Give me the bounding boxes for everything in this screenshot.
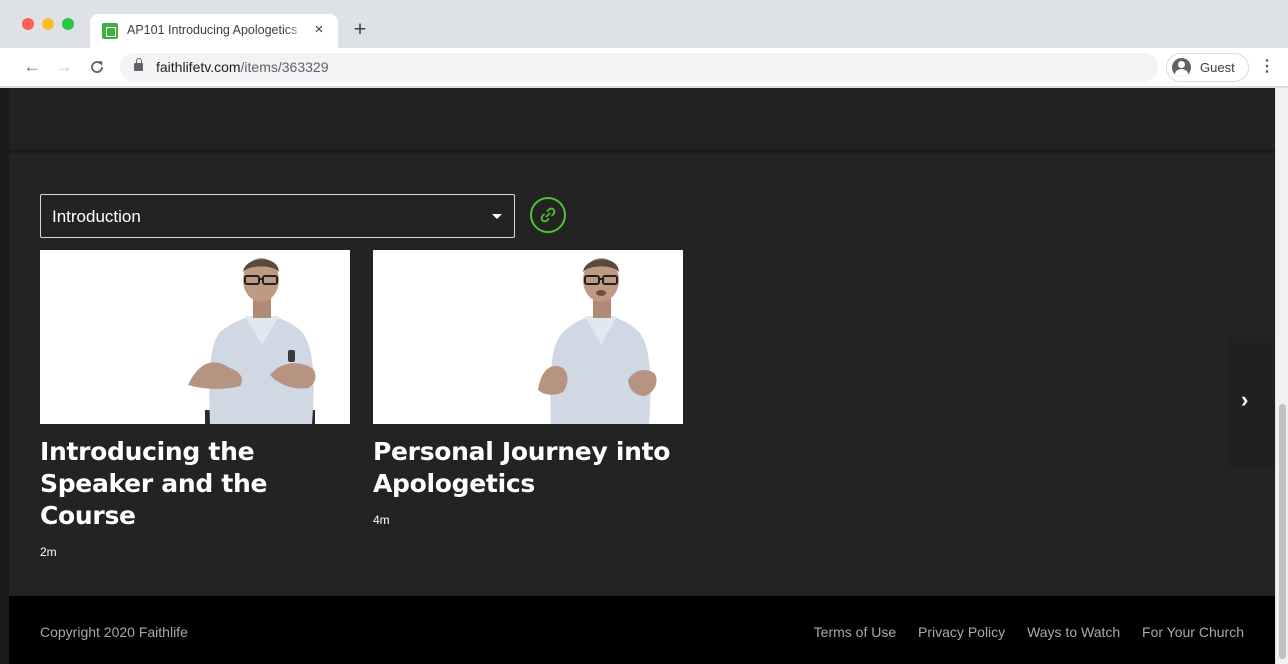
episode-section: Introduction Introducing the Speaker and… bbox=[9, 154, 1275, 596]
page-viewport: Introduction Introducing the Speaker and… bbox=[0, 88, 1288, 664]
copy-link-button[interactable] bbox=[530, 197, 566, 233]
footer-link-ways-to-watch[interactable]: Ways to Watch bbox=[1027, 624, 1120, 640]
profile-button[interactable]: Guest bbox=[1166, 53, 1249, 82]
caret-down-icon bbox=[492, 214, 502, 219]
scrollbar-thumb[interactable] bbox=[1279, 404, 1286, 659]
back-arrow-icon[interactable]: ← bbox=[22, 57, 42, 77]
episode-thumbnail[interactable] bbox=[373, 250, 683, 424]
section-dropdown-value: Introduction bbox=[52, 207, 141, 226]
reload-icon[interactable] bbox=[87, 57, 107, 77]
link-icon bbox=[540, 207, 556, 223]
browser-tab-bar: AP101 Introducing Apologetics × + bbox=[0, 0, 1288, 48]
browser-tab-active[interactable]: AP101 Introducing Apologetics × bbox=[90, 14, 338, 48]
lock-icon bbox=[134, 58, 143, 71]
footer-link-terms[interactable]: Terms of Use bbox=[814, 624, 896, 640]
site-footer: Copyright 2020 Faithlife Terms of Use Pr… bbox=[9, 596, 1275, 664]
episode-title[interactable]: Personal Journey into Apologetics bbox=[373, 436, 683, 500]
browser-menu-icon[interactable]: ⋮ bbox=[1259, 57, 1275, 77]
copyright-text: Copyright 2020 Faithlife bbox=[40, 624, 188, 640]
maximize-window-button[interactable] bbox=[62, 18, 74, 30]
url-text: faithlifetv.com/items/363329 bbox=[156, 59, 329, 75]
guest-avatar-icon bbox=[1172, 58, 1191, 77]
profile-label: Guest bbox=[1200, 60, 1235, 75]
episode-card[interactable]: Introducing the Speaker and the Course 2… bbox=[40, 250, 350, 559]
chevron-right-icon: › bbox=[1241, 387, 1249, 412]
minimize-window-button[interactable] bbox=[42, 18, 54, 30]
section-dropdown[interactable]: Introduction bbox=[40, 194, 515, 238]
faithlife-tv-favicon-icon bbox=[102, 23, 118, 39]
episode-duration: 4m bbox=[373, 513, 390, 527]
new-tab-button[interactable]: + bbox=[350, 19, 370, 40]
carousel-next-button[interactable]: › bbox=[1227, 337, 1275, 467]
page-scrollbar[interactable] bbox=[1275, 88, 1288, 664]
footer-link-privacy[interactable]: Privacy Policy bbox=[918, 624, 1005, 640]
video-player-area bbox=[9, 88, 1275, 150]
browser-toolbar: ← → faithlifetv.com/items/363329 Guest ⋮ bbox=[0, 48, 1288, 87]
episode-title[interactable]: Introducing the Speaker and the Course bbox=[40, 436, 350, 532]
tab-close-icon[interactable]: × bbox=[310, 21, 328, 39]
close-window-button[interactable] bbox=[22, 18, 34, 30]
tab-title: AP101 Introducing Apologetics bbox=[127, 23, 298, 37]
episode-duration: 2m bbox=[40, 545, 57, 559]
episode-thumbnail[interactable] bbox=[40, 250, 350, 424]
address-bar[interactable]: faithlifetv.com/items/363329 bbox=[120, 53, 1158, 82]
episode-card[interactable]: Personal Journey into Apologetics 4m bbox=[373, 250, 683, 527]
footer-link-for-your-church[interactable]: For Your Church bbox=[1142, 624, 1244, 640]
forward-arrow-icon[interactable]: → bbox=[54, 57, 74, 77]
footer-links: Terms of Use Privacy Policy Ways to Watc… bbox=[796, 624, 1244, 640]
